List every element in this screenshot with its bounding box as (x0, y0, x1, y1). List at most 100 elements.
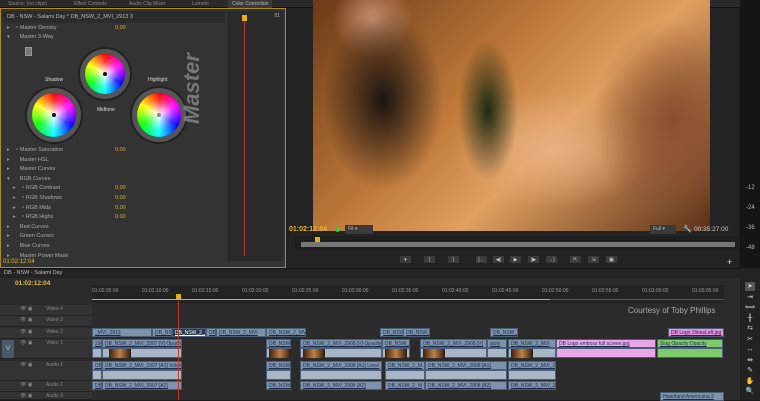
toggle-output-icon[interactable]: 👁 ▣ (20, 317, 32, 323)
timeline-clip[interactable]: DB_NSW_2_MVI_2908 [A1] Level (300, 361, 382, 370)
toggle-output-icon[interactable]: 👁 ▣ (20, 382, 32, 388)
effect-row[interactable]: ▸ ◔ RGB Highs 0.00 (7, 213, 227, 222)
toggle-output-icon[interactable]: 👁 ▣ (20, 340, 32, 346)
selection-tool-icon[interactable]: ➤ (745, 282, 755, 291)
in-button[interactable]: { (423, 255, 436, 264)
step-back-button[interactable]: ◀| (492, 255, 505, 264)
timeline-clip[interactable]: DB_NSW_2_MVI_2908 [V] Opacity (300, 339, 382, 348)
play-button[interactable]: ▶ (509, 255, 522, 264)
quality-select[interactable]: Full ▾ (650, 225, 676, 234)
zoom-tool-icon[interactable]: 🔍 (745, 387, 755, 396)
playhead-icon[interactable] (176, 294, 181, 300)
razor-tool-icon[interactable]: ✂ (745, 335, 755, 344)
timeline-clip[interactable]: DB_NSW_2_MVI (382, 339, 410, 348)
timeline-clip[interactable]: DB_NSW (92, 361, 102, 370)
tab-audio-mixer[interactable]: Audio Clip Mixer (125, 0, 169, 8)
shadow-wheel[interactable] (32, 93, 76, 137)
wheel-handle[interactable] (157, 113, 161, 117)
tab-effect-controls[interactable]: Effect Controls (70, 0, 111, 8)
timeline-clip[interactable]: DB_NSW_2_MVI_2 (508, 381, 556, 390)
timeline-clip[interactable]: DB_NSW_2_MVI_2907 [A2] (102, 381, 182, 390)
effect-row[interactable]: ▸ Green Curves (7, 232, 227, 241)
timeline-clip[interactable]: DB_NSW_2_N (266, 361, 291, 370)
toggle-output-icon[interactable]: 👁 ▣ (20, 393, 32, 399)
effect-row[interactable]: ▾ RGB Curves (7, 175, 227, 184)
rate-stretch-tool-icon[interactable]: ⇆ (745, 324, 755, 333)
track-header[interactable]: 👁 ▣ Audio 1 (0, 361, 92, 381)
timeline-clip[interactable]: DB_NSW_2_MVI_2907 [V] Opacity:Opacity (102, 339, 182, 348)
timeline-clip[interactable]: DB_NSW_2 (403, 328, 430, 337)
tab-lumetri[interactable]: Lumetri (188, 0, 213, 8)
tab-sequence[interactable]: DB - NSW - Salami Day (4, 270, 62, 276)
toggle-output-icon[interactable]: 👁 ▣ (20, 329, 32, 335)
effect-row[interactable]: ▸ Red Curves (7, 223, 227, 232)
slide-tool-icon[interactable]: ⇹ (745, 356, 755, 365)
track-header[interactable]: 👁 ▣ Video 4 (0, 305, 92, 316)
timeline-clip[interactable]: 2908 [V] (92, 339, 102, 348)
timeline-clip[interactable]: _MVI_2913 (92, 328, 152, 337)
timeline-clip[interactable]: DB_NSW_2_MVI (508, 339, 556, 348)
toggle-output-icon[interactable]: 👁 ▣ (20, 306, 32, 312)
timeline-clip[interactable]: DB_NSW_2 (490, 328, 518, 337)
timeline-clip[interactable]: DB_NSW_2_MVI_2908 [V] (420, 339, 487, 348)
timeline-clip[interactable]: DB_NSW_2_N (266, 381, 291, 390)
effect-mini-timeline[interactable]: 01 (228, 11, 283, 261)
marker-button[interactable]: ▾ (399, 255, 412, 264)
program-scrubber[interactable] (295, 236, 741, 250)
zoom-select[interactable]: Fit ▾ (345, 225, 373, 234)
add-button-icon[interactable]: + (727, 257, 732, 267)
wrench-icon[interactable]: 🔧 (683, 225, 692, 233)
toggle-output-icon[interactable]: 👁 ▣ (20, 362, 32, 368)
effect-row[interactable]: ▸ ◔ RGB Mids 0.00 (7, 204, 227, 213)
go-to-out-button[interactable]: →} (545, 255, 558, 264)
timeline-clip[interactable]: DB_NSW_2_MVI_2908 [A2] (425, 381, 507, 390)
effect-row[interactable]: ▸ Master Curves (7, 165, 227, 174)
effect-row[interactable]: ▸ ◔ RGB Shadows 0.00 (7, 194, 227, 203)
track-header[interactable]: 👁 ▣ Audio 3 (0, 392, 92, 400)
timeline-clip[interactable]: DB_NSW_2_N (266, 339, 291, 348)
timeline-timecode[interactable]: 01:02:12:04 (15, 280, 50, 287)
effect-row[interactable]: ▸ Master Power Mask (7, 252, 227, 261)
out-button[interactable]: } (447, 255, 460, 264)
highlight-wheel[interactable] (137, 93, 181, 137)
effect-row-master-3way[interactable]: ▾ Master 3-Way (7, 33, 227, 42)
effect-row[interactable]: ▸ Blue Curves (7, 242, 227, 251)
slip-tool-icon[interactable]: ↔ (745, 345, 755, 354)
program-timecode[interactable]: 01:02:12:04 (289, 226, 327, 233)
timeline-clip[interactable]: DB_NSW_2_MVI_29 (266, 328, 306, 337)
go-to-in-button[interactable]: {← (475, 255, 488, 264)
timeline-clip[interactable]: DB (206, 328, 216, 337)
extract-button[interactable]: ⇲ (587, 255, 600, 264)
effect-row[interactable]: ▸ ◔ RGB Contrast 0.00 (7, 184, 227, 193)
pen-tool-icon[interactable]: ✎ (745, 366, 755, 375)
hand-tool-icon[interactable]: ✋ (745, 377, 755, 386)
timeline-clip[interactable]: DB_NSW_2_M (385, 361, 425, 370)
tab-color[interactable]: Color Correction (228, 0, 273, 8)
lift-button[interactable]: ⇱ (569, 255, 582, 264)
timeline-clip[interactable]: DB_NSV (152, 328, 172, 337)
rolling-edit-tool-icon[interactable]: ╫ (745, 314, 755, 323)
timeline-clip[interactable]: DB_NSW_2_MVI_2908 [A2] (300, 381, 382, 390)
effect-row[interactable]: ▸ Master HSL (7, 156, 227, 165)
effect-row-master-density[interactable]: ▸ ◔ Master Density 0.00 (7, 24, 227, 33)
timeline-clip[interactable]: DB_NSW (92, 381, 102, 390)
time-ruler[interactable]: 01:02:05:00 01:02:10:00 01:02:15:00 01:02:2… (92, 285, 724, 303)
timeline-clip[interactable]: DB_NSW_2_M (385, 381, 425, 390)
track-header[interactable]: 👁 ▣ Video 3 (0, 316, 92, 327)
track-header[interactable]: 👁 ▣ Video 2 (0, 328, 92, 339)
wheel-handle[interactable] (52, 113, 56, 117)
timeline-clip[interactable]: DB_NSW_2_MVI_2 (508, 361, 556, 370)
midtone-wheel[interactable] (85, 54, 125, 94)
track-select-tool-icon[interactable]: ⇥ (745, 293, 755, 302)
zoom-scrollbar[interactable] (301, 242, 735, 247)
timeline-clip[interactable]: DB_NSW_2_MVI_2907 [A1] Volume:Level (102, 361, 182, 370)
timeline-clip[interactable]: DB_NSW_2_MVI_2908 [A1] (425, 361, 507, 370)
tab-source[interactable]: Source: (no clips) (4, 0, 51, 8)
timeline-clip[interactable]: DB Logo 2linesLeft.jpg (668, 328, 724, 337)
timeline-clip[interactable]: DB_NSW_2_MVI (216, 328, 266, 337)
effect-row[interactable]: ▸ ◔ Master Saturation 0.00 (7, 146, 227, 155)
ripple-edit-tool-icon[interactable]: ⟺ (745, 303, 755, 312)
export-frame-button[interactable]: ▣ (605, 255, 618, 264)
wheel-handle[interactable] (103, 72, 107, 76)
timeline-clip[interactable]: DB Logo emboss full screen.jpg (556, 339, 656, 348)
